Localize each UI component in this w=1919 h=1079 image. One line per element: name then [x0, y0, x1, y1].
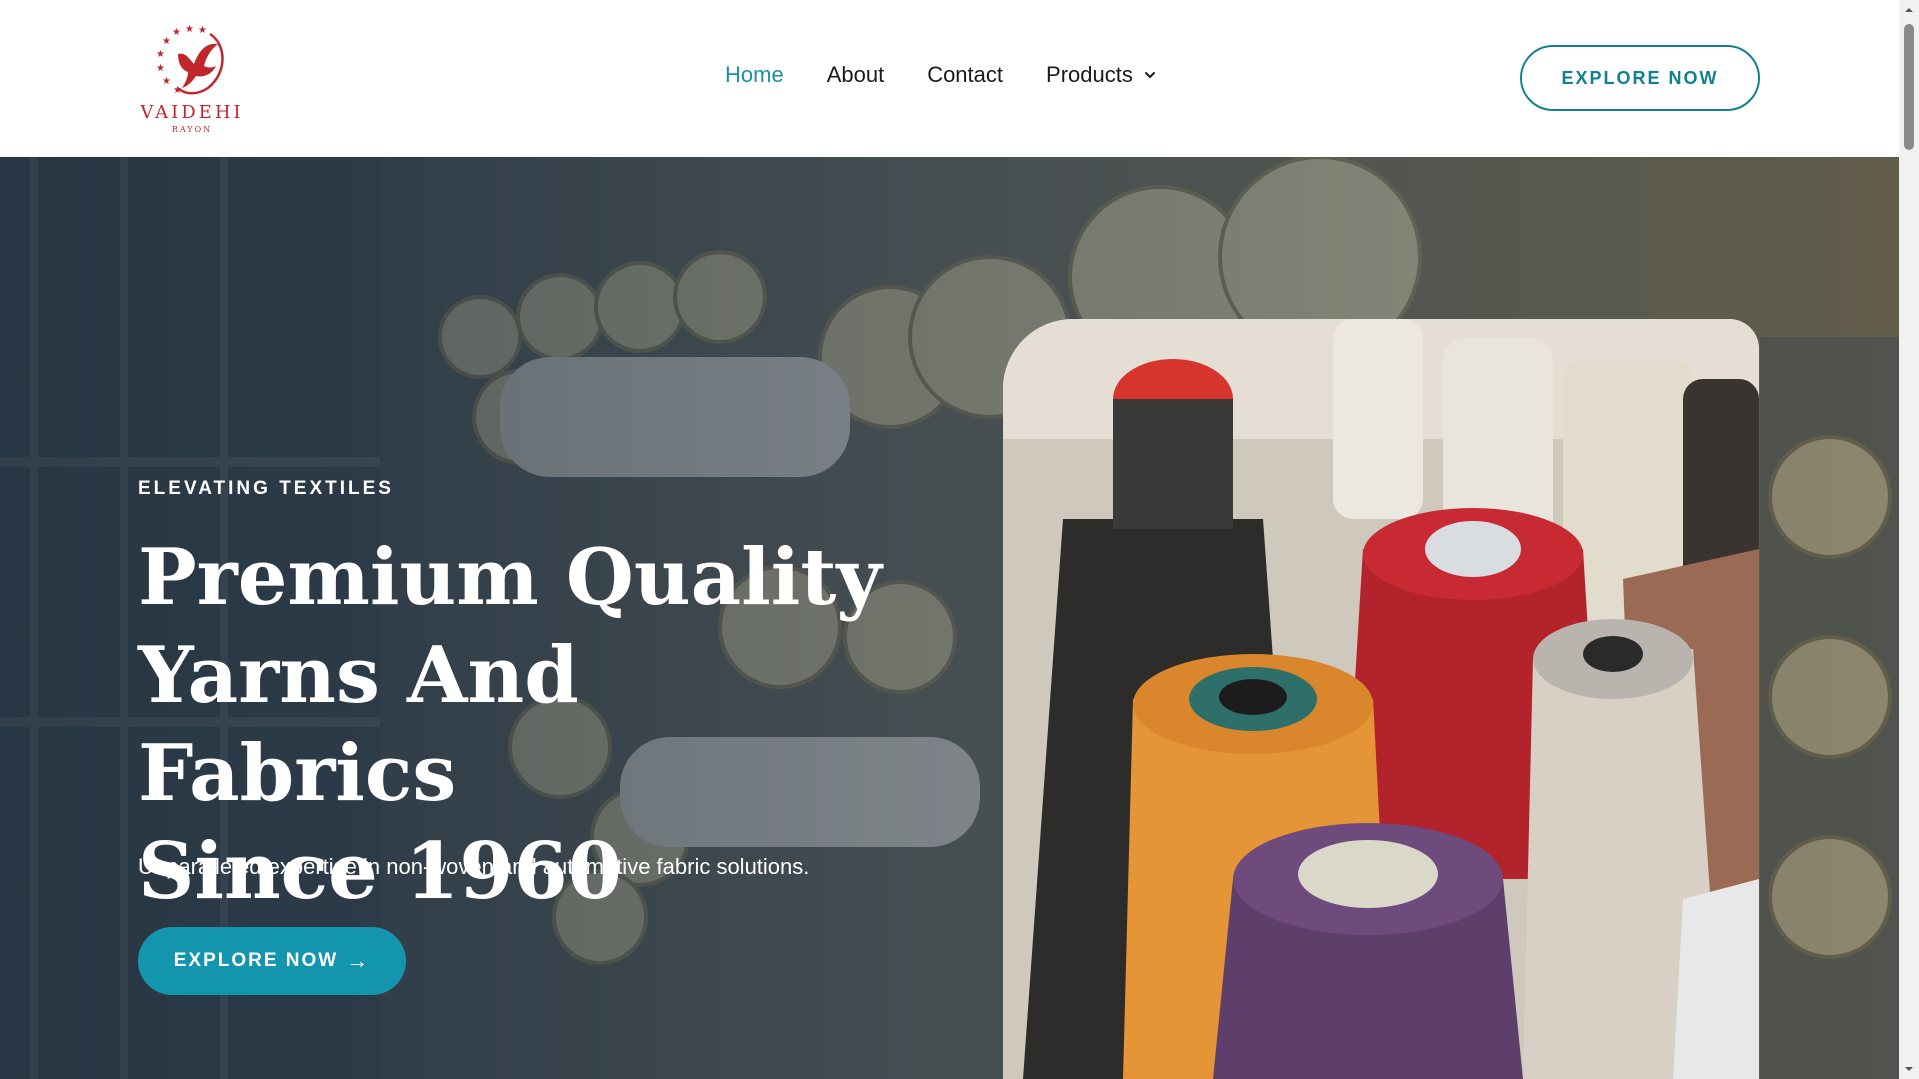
headline-line: Yarns And Fabrics	[138, 630, 579, 819]
nav-item-label: About	[826, 62, 885, 87]
thread-spools-illustration	[1003, 319, 1759, 1079]
hero-explore-button[interactable]: EXPLORE NOW →	[138, 927, 406, 995]
nav-item-label: Contact	[927, 62, 1004, 87]
nav-item-label: Products	[1046, 62, 1133, 87]
arrow-right-icon: →	[346, 948, 371, 973]
nav-item-contact[interactable]: Contact	[927, 62, 1003, 88]
svg-text:★: ★	[198, 25, 207, 36]
main-nav: Home About Contact Products	[725, 62, 1200, 88]
scrollbar-thumb[interactable]	[1904, 24, 1914, 150]
thread-spools-image	[1003, 319, 1759, 1079]
chevron-down-icon	[1144, 72, 1155, 79]
bird-logo-icon: ★ ★ ★ ★ ★ ★ ★ ★	[156, 24, 224, 96]
svg-text:★: ★	[162, 36, 171, 47]
page-scrollbar[interactable]	[1899, 0, 1919, 1079]
svg-text:★: ★	[156, 49, 165, 60]
svg-text:★: ★	[156, 63, 165, 74]
header-explore-button[interactable]: EXPLORE NOW	[1520, 45, 1760, 111]
site-header: ★ ★ ★ ★ ★ ★ ★ ★ VAIDEHI RAYON Home About…	[0, 0, 1899, 157]
svg-text:★: ★	[185, 24, 194, 35]
hero-eyebrow: ELEVATING TEXTILES	[138, 478, 394, 499]
nav-item-home[interactable]: Home	[725, 62, 784, 88]
brand-logo[interactable]: ★ ★ ★ ★ ★ ★ ★ ★ VAIDEHI RAYON	[138, 22, 246, 138]
nav-item-about[interactable]: About	[827, 62, 885, 88]
brand-subname: RAYON	[171, 125, 213, 134]
hero-explore-label: EXPLORE NOW	[173, 950, 339, 971]
svg-text:★: ★	[172, 27, 181, 38]
brand-name: VAIDEHI	[140, 102, 244, 123]
hero-subtitle: Unparalleled expertise in non-woven and …	[138, 854, 810, 879]
svg-text:★: ★	[162, 76, 171, 87]
nav-item-label: Home	[725, 62, 784, 87]
headline-line: Premium Quality	[138, 532, 882, 623]
scroll-up-arrow-icon[interactable]	[1903, 4, 1915, 16]
header-explore-label: EXPLORE NOW	[1561, 67, 1719, 88]
nav-item-products[interactable]: Products	[1046, 62, 1157, 88]
hero-section: ELEVATING TEXTILES Premium Quality Yarns…	[0, 157, 1899, 1079]
scroll-down-arrow-icon[interactable]	[1903, 1063, 1915, 1075]
